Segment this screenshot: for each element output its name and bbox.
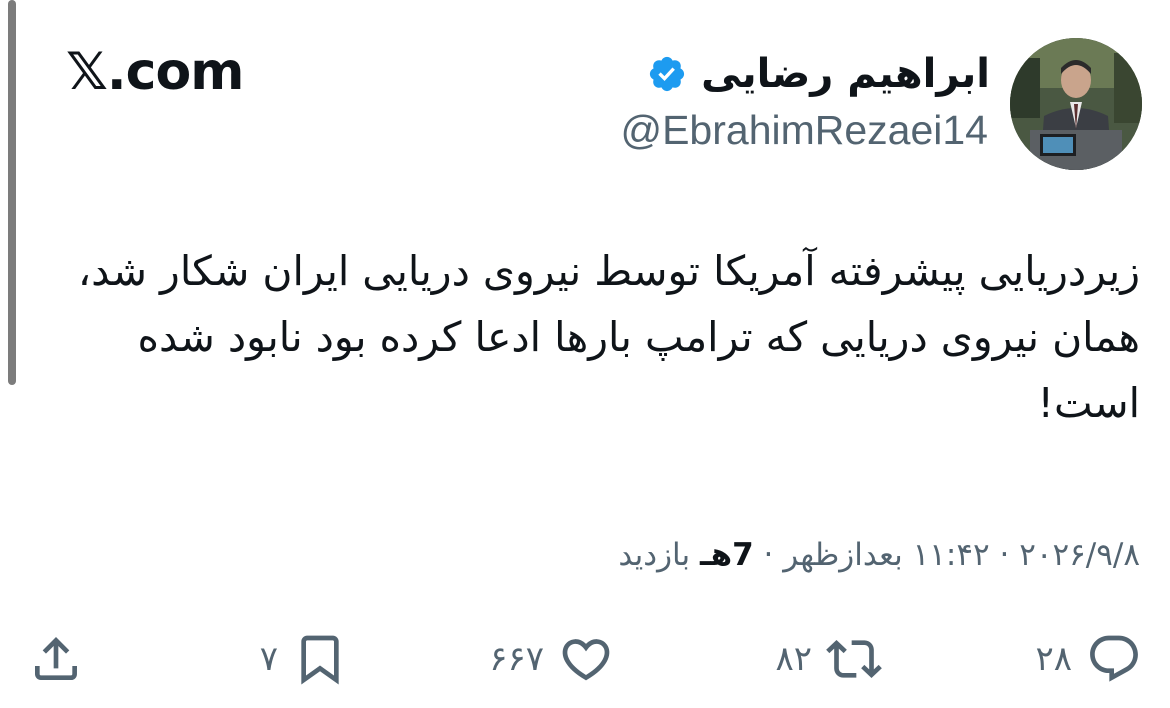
retweet-button[interactable]: ۸۲ bbox=[775, 624, 882, 694]
tweet-time[interactable]: ۱۱:۴۲ بعدازظهر bbox=[783, 537, 989, 573]
bookmark-count: ۷ bbox=[259, 639, 278, 679]
views-label: بازدید bbox=[618, 537, 691, 573]
tweet-meta: ۲۰۲۶/۹/۸ · ۱۱:۴۲ بعدازظهر · 7هـ بازدید bbox=[618, 535, 1140, 575]
reply-count: ۲۸ bbox=[1035, 639, 1072, 679]
avatar-photo bbox=[1010, 38, 1142, 170]
like-button[interactable]: ۶۶۷ bbox=[489, 624, 614, 694]
tweet-text: زیردریایی پیشرفته آمریکا توسط نیروی دریا… bbox=[77, 247, 1140, 427]
meta-separator: · bbox=[763, 537, 774, 573]
reply-button[interactable]: ۲۸ bbox=[1035, 624, 1142, 694]
share-icon bbox=[35, 637, 77, 680]
avatar[interactable] bbox=[1010, 38, 1142, 170]
reply-icon bbox=[1090, 635, 1138, 682]
like-count: ۶۶۷ bbox=[489, 639, 544, 679]
bookmark-button[interactable]: ۷ bbox=[260, 624, 348, 694]
author-name-row: ابراهیم رضایی bbox=[647, 52, 990, 96]
verified-badge-icon bbox=[647, 54, 687, 94]
tweet-actions-bar: ۲۸ ۸۲ ۶۶۷ ۷ bbox=[0, 624, 1170, 694]
retweet-icon bbox=[826, 640, 882, 678]
bookmark-icon bbox=[301, 635, 339, 685]
author-display-name[interactable]: ابراهیم رضایی bbox=[701, 52, 990, 96]
tweet-date[interactable]: ۲۰۲۶/۹/۸ bbox=[1019, 537, 1140, 573]
scroll-indicator bbox=[8, 0, 16, 385]
heart-icon bbox=[562, 639, 610, 681]
tweet-screenshot: 𝕏.com ابراهیم رضایی @EbrahimRezaei14 زیر… bbox=[0, 0, 1170, 708]
meta-separator: · bbox=[999, 537, 1010, 573]
retweet-count: ۸۲ bbox=[775, 639, 812, 679]
author-handle[interactable]: @EbrahimRezaei14 bbox=[620, 107, 988, 153]
views-count: 7هـ bbox=[699, 537, 754, 573]
share-button[interactable] bbox=[28, 624, 84, 694]
site-brand: 𝕏.com bbox=[66, 42, 244, 102]
